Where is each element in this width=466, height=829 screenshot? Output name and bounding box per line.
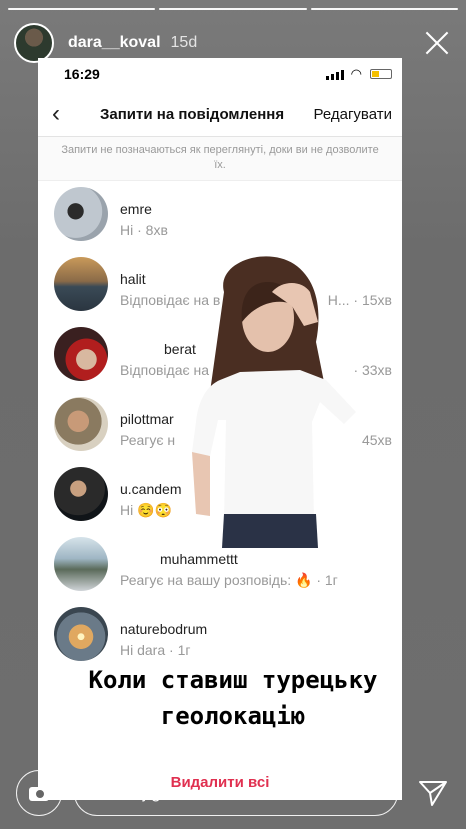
story-caption: Коли ставиш турецьку геолокацію (30, 662, 436, 734)
request-name: naturebodrum (120, 621, 208, 637)
page-title: Запити на повідомлення (100, 106, 285, 123)
story-progress-segment (310, 8, 458, 10)
avatar[interactable] (14, 23, 54, 63)
request-message: Hi · 8хв (120, 222, 168, 238)
request-meta: 45хв (361, 432, 392, 448)
avatar (54, 397, 108, 451)
status-time: 16:29 (64, 66, 100, 82)
avatar (54, 327, 108, 381)
caption-line: геолокацію (154, 702, 312, 730)
reply-bar: Mesaj gönder ••• (0, 766, 466, 824)
camera-icon[interactable] (16, 770, 62, 816)
back-chevron-icon[interactable]: ‹ (52, 100, 60, 128)
signal-icon (326, 70, 344, 80)
nav-bar: ‹ Запити на повідомлення Редагувати (38, 92, 402, 137)
request-message: Реагує н (120, 432, 176, 448)
avatar (54, 607, 108, 661)
avatar (54, 257, 108, 311)
reply-input[interactable]: Mesaj gönder ••• (74, 770, 398, 816)
avatar (54, 187, 108, 241)
edit-button[interactable]: Редагувати (314, 106, 393, 123)
story-progress (8, 8, 458, 10)
requests-notice: Запити не позначаються як переглянуті, д… (38, 137, 402, 181)
avatar (54, 467, 108, 521)
avatar (54, 537, 108, 591)
story-progress-segment (159, 8, 307, 10)
reply-placeholder: Mesaj gönder (101, 783, 205, 802)
battery-icon (370, 69, 392, 79)
request-message: Hi ☺️😳 (120, 502, 172, 518)
status-bar: 16:29 ◠ (38, 58, 402, 92)
more-options-icon[interactable]: ••• (351, 779, 373, 800)
request-message: Hi dara · 1г (120, 642, 191, 658)
list-item[interactable]: emre Hi · 8хв (38, 182, 402, 252)
story-progress-segment (8, 8, 156, 10)
story-username[interactable]: dara__koval (68, 34, 161, 52)
wifi-icon: ◠ (350, 66, 362, 81)
request-name: pilottmar (120, 411, 174, 427)
close-icon[interactable] (422, 28, 452, 58)
request-name: emre (120, 201, 152, 217)
request-name: u.candem (120, 481, 182, 497)
caption-line: Коли ставиш турецьку (82, 666, 384, 694)
request-name: muhammettt (160, 551, 238, 567)
send-icon[interactable] (418, 778, 448, 808)
request-message: Реагує на вашу розповідь: 🔥 · 1г (120, 572, 338, 588)
request-name: halit (120, 271, 146, 287)
girl-sticker (192, 256, 356, 548)
story-age: 15d (170, 34, 198, 51)
